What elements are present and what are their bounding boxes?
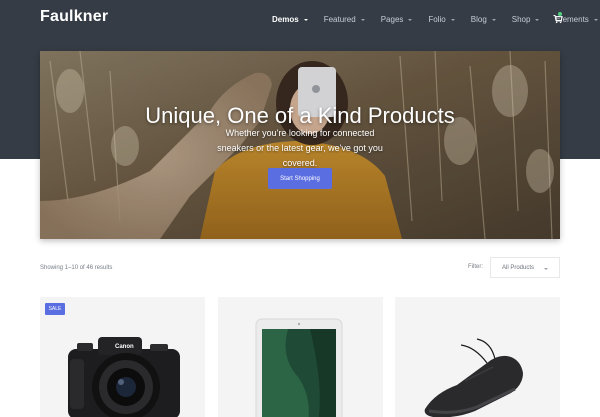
cart-badge bbox=[558, 12, 562, 16]
filter-value: All Products bbox=[502, 264, 535, 271]
nav-item-demos[interactable]: Demos bbox=[272, 15, 308, 24]
chevron-down-icon bbox=[408, 18, 413, 21]
chevron-down-icon bbox=[593, 18, 598, 21]
chevron-down-icon bbox=[544, 268, 548, 270]
nav-item-blog[interactable]: Blog bbox=[471, 15, 496, 24]
category-filter-select[interactable]: All Products bbox=[490, 257, 560, 278]
nav-item-label: Blog bbox=[470, 14, 487, 24]
main-nav: Demos Featured Pages Folio Blog Shop Ele… bbox=[272, 13, 600, 25]
tablet-image bbox=[218, 297, 383, 417]
product-card[interactable]: Canon SALE bbox=[40, 297, 205, 417]
chevron-down-icon bbox=[535, 18, 540, 21]
site-logo[interactable]: Faulkner bbox=[40, 8, 108, 26]
nav-item-pages[interactable]: Pages bbox=[381, 15, 413, 24]
nav-item-featured[interactable]: Featured bbox=[324, 15, 365, 24]
chevron-down-icon bbox=[303, 18, 308, 21]
sneaker-image bbox=[395, 297, 560, 417]
nav-item-label: Pages bbox=[380, 14, 404, 24]
results-count: Showing 1–10 of 46 results bbox=[40, 265, 113, 271]
chevron-down-icon bbox=[450, 18, 455, 21]
sale-badge: SALE bbox=[45, 303, 65, 315]
start-shopping-button[interactable]: Start Shopping bbox=[268, 168, 332, 189]
nav-item-folio[interactable]: Folio bbox=[428, 14, 455, 24]
hero-subtitle: Whether you're looking for connected sne… bbox=[217, 128, 383, 168]
chevron-down-icon bbox=[491, 18, 496, 21]
hero-banner: Unique, One of a Kind Products Whether y… bbox=[40, 51, 560, 239]
product-card[interactable] bbox=[218, 297, 383, 417]
product-card[interactable] bbox=[395, 297, 560, 417]
nav-item-label: Shop bbox=[511, 14, 531, 24]
chevron-down-icon bbox=[360, 18, 365, 21]
camera-image: Canon bbox=[40, 297, 205, 417]
filter-label: Filter: bbox=[468, 264, 483, 270]
svg-text:Canon: Canon bbox=[115, 344, 134, 350]
nav-item-label: Demos bbox=[272, 14, 299, 24]
nav-item-label: Folio bbox=[428, 14, 446, 24]
nav-item-label: Featured bbox=[323, 14, 356, 24]
nav-item-shop[interactable]: Shop bbox=[512, 15, 540, 24]
